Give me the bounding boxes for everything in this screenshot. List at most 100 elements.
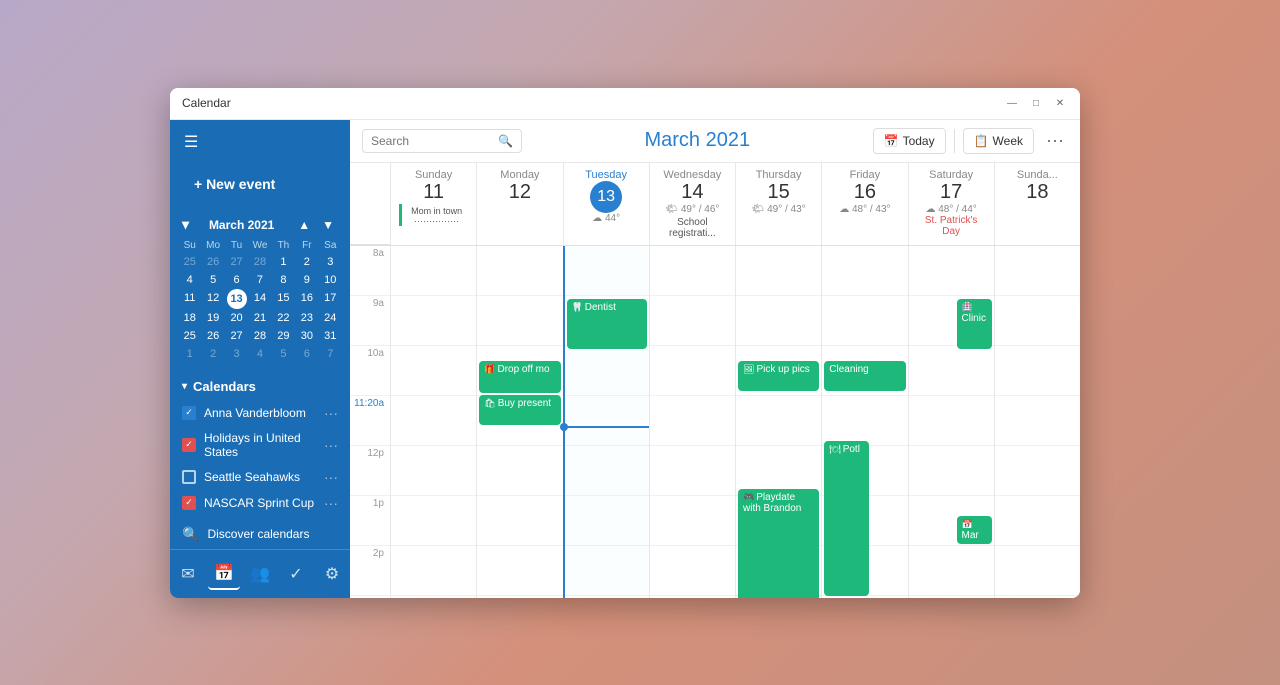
- mini-day-14[interactable]: 14: [248, 289, 271, 309]
- mini-day-25[interactable]: 25: [178, 327, 201, 345]
- mini-day-30[interactable]: 30: [295, 327, 318, 345]
- mini-day-18[interactable]: 18: [178, 309, 201, 327]
- close-button[interactable]: ✕: [1052, 95, 1068, 111]
- toolbar-more-button[interactable]: ···: [1042, 130, 1068, 151]
- calendar-item-seahawks[interactable]: Seattle Seahawks ···: [170, 464, 350, 490]
- mini-day-2[interactable]: 2: [295, 253, 318, 271]
- dropoff-icon: 🎁: [484, 364, 495, 374]
- nascar-checkbox[interactable]: ✓: [182, 496, 196, 510]
- mini-day-26[interactable]: 26: [201, 327, 224, 345]
- day-col-sunday2[interactable]: [994, 246, 1080, 598]
- hamburger-menu[interactable]: ☰: [170, 120, 350, 164]
- anna-more[interactable]: ···: [324, 405, 338, 421]
- mini-day-5next[interactable]: 5: [272, 345, 295, 363]
- mini-cal-next[interactable]: ▼: [318, 216, 338, 234]
- mini-day-21[interactable]: 21: [248, 309, 271, 327]
- anna-checkbox[interactable]: ✓: [182, 406, 196, 420]
- tasks-nav-btn[interactable]: ✓: [280, 558, 312, 590]
- mini-day-1[interactable]: 1: [272, 253, 295, 271]
- mini-day-27[interactable]: 27: [225, 327, 248, 345]
- minimize-button[interactable]: —: [1004, 95, 1020, 111]
- mini-day-11[interactable]: 11: [178, 289, 201, 309]
- mini-day-22[interactable]: 22: [272, 309, 295, 327]
- day-col-thursday[interactable]: 🖼Pick up pics 🎮Playdate with Brandon: [735, 246, 821, 598]
- calendar-item-anna[interactable]: ✓ Anna Vanderbloom ···: [170, 400, 350, 426]
- mini-day-28[interactable]: 28: [248, 327, 271, 345]
- mini-cal-collapse[interactable]: ▾: [182, 216, 189, 233]
- mini-day-27prev[interactable]: 27: [225, 253, 248, 271]
- event-clinic[interactable]: 🏥Clinic: [957, 299, 992, 349]
- maximize-button[interactable]: □: [1028, 95, 1044, 111]
- mini-day-17[interactable]: 17: [319, 289, 342, 309]
- mini-day-23[interactable]: 23: [295, 309, 318, 327]
- time-1p: 1p: [350, 496, 390, 546]
- event-pickuppics[interactable]: 🖼Pick up pics: [738, 361, 819, 391]
- event-mar[interactable]: 📅Mar: [957, 516, 992, 544]
- event-potl[interactable]: 🍽Potl: [824, 441, 869, 596]
- mini-day-1next[interactable]: 1: [178, 345, 201, 363]
- mini-day-10[interactable]: 10: [319, 271, 342, 289]
- new-event-button[interactable]: + New event: [182, 168, 338, 200]
- event-cleaning[interactable]: Cleaning: [824, 361, 905, 391]
- day-col-friday[interactable]: Cleaning 🍽Potl: [821, 246, 907, 598]
- main-content: ☰ + New event ▾ March 2021 ▲ ▼ Su Mo: [170, 120, 1080, 598]
- mini-day-6next[interactable]: 6: [295, 345, 318, 363]
- mail-nav-btn[interactable]: ✉: [172, 558, 204, 590]
- mini-day-26prev[interactable]: 26: [201, 253, 224, 271]
- mini-day-5[interactable]: 5: [201, 271, 224, 289]
- people-nav-btn[interactable]: 👥: [244, 558, 276, 590]
- mini-day-8[interactable]: 8: [272, 271, 295, 289]
- mini-day-15[interactable]: 15: [272, 289, 295, 309]
- mini-day-24[interactable]: 24: [319, 309, 342, 327]
- mini-day-3[interactable]: 3: [319, 253, 342, 271]
- mini-day-4next[interactable]: 4: [248, 345, 271, 363]
- mini-day-31[interactable]: 31: [319, 327, 342, 345]
- settings-nav-btn[interactable]: ⚙: [316, 558, 348, 590]
- mini-day-9[interactable]: 9: [295, 271, 318, 289]
- holidays-checkbox[interactable]: ✓: [182, 438, 196, 452]
- mini-day-3next[interactable]: 3: [225, 345, 248, 363]
- mini-day-19[interactable]: 19: [201, 309, 224, 327]
- day-col-sunday[interactable]: [390, 246, 476, 598]
- discover-icon: 🔍: [182, 526, 199, 543]
- day-col-monday[interactable]: 🎁Drop off mo 🛍Buy present: [476, 246, 562, 598]
- mini-day-4[interactable]: 4: [178, 271, 201, 289]
- calendars-header[interactable]: ▾ Calendars: [170, 373, 350, 400]
- event-playdate[interactable]: 🎮Playdate with Brandon: [738, 489, 819, 598]
- mini-cal-grid: Su Mo Tu We Th Fr Sa 25 26 27 28 1 2 3: [178, 238, 342, 363]
- seahawks-more[interactable]: ···: [324, 469, 338, 485]
- mini-day-28prev[interactable]: 28: [248, 253, 271, 271]
- day-col-tuesday[interactable]: 🦷Dentist: [563, 246, 649, 598]
- mini-day-16[interactable]: 16: [295, 289, 318, 309]
- mini-day-12[interactable]: 12: [201, 289, 224, 309]
- week-button[interactable]: 📋 Week: [963, 128, 1034, 154]
- event-dropoff[interactable]: 🎁Drop off mo: [479, 361, 560, 393]
- time-9a: 9a: [350, 296, 390, 346]
- seahawks-checkbox[interactable]: [182, 470, 196, 484]
- search-input[interactable]: [371, 134, 492, 148]
- mini-day-29[interactable]: 29: [272, 327, 295, 345]
- day-header-mo: Mo: [201, 238, 224, 253]
- calendar-item-holidays[interactable]: ✓ Holidays in United States ···: [170, 426, 350, 464]
- mini-day-7next[interactable]: 7: [319, 345, 342, 363]
- calendar-item-nascar[interactable]: ✓ NASCAR Sprint Cup ···: [170, 490, 350, 516]
- mini-day-2next[interactable]: 2: [201, 345, 224, 363]
- event-buypresent[interactable]: 🛍Buy present: [479, 395, 560, 425]
- calendar-nav-btn[interactable]: 📅: [208, 558, 240, 590]
- mini-day-25prev[interactable]: 25: [178, 253, 201, 271]
- holidays-more[interactable]: ···: [324, 437, 338, 453]
- titlebar: Calendar — □ ✕: [170, 88, 1080, 120]
- mini-day-13[interactable]: 13: [227, 289, 247, 309]
- day-col-wednesday[interactable]: [649, 246, 735, 598]
- mini-day-6[interactable]: 6: [225, 271, 248, 289]
- event-dentist[interactable]: 🦷Dentist: [567, 299, 647, 349]
- today-button[interactable]: 📅 Today: [873, 128, 946, 154]
- mini-day-7[interactable]: 7: [248, 271, 271, 289]
- nascar-more[interactable]: ···: [324, 495, 338, 511]
- mini-cal-prev[interactable]: ▲: [294, 216, 314, 234]
- discover-calendars-item[interactable]: 🔍 Discover calendars: [170, 520, 350, 549]
- calendar-body: 8a 9a 10a 11:20a 12p 1p 2p 3p 4p: [350, 246, 1080, 598]
- mini-day-20[interactable]: 20: [225, 309, 248, 327]
- day-col-saturday[interactable]: 🏥Clinic 📅Mar: [908, 246, 994, 598]
- calendar-main: 🔍 March 2021 📅 Today 📋 Week ···: [350, 120, 1080, 598]
